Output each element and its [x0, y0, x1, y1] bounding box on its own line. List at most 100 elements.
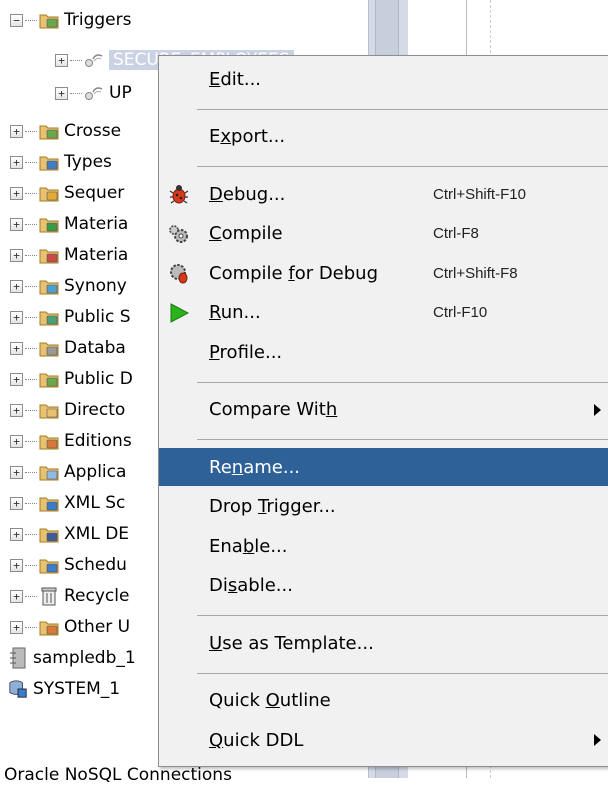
tree-connector — [25, 347, 37, 349]
menu-item[interactable]: Rename... — [159, 448, 608, 486]
application-express-folder-icon — [39, 462, 59, 482]
menu-separator — [197, 166, 608, 167]
xml-schemas-folder-icon — [39, 493, 59, 513]
menu-item-label: Export... — [209, 126, 285, 147]
tree-node[interactable]: + Databa — [10, 333, 126, 363]
tree-node[interactable]: + Public S — [10, 302, 131, 332]
menu-item[interactable]: Quick DDL — [159, 721, 608, 759]
tree-node[interactable]: + Public D — [10, 364, 133, 394]
label-text: se as Template... — [222, 632, 374, 654]
tree-node[interactable]: − Triggers — [10, 5, 132, 35]
mnemonic-letter: Q — [209, 729, 224, 751]
menu-item[interactable]: Quick Outline — [159, 682, 608, 720]
tree-node[interactable]: + Materia — [10, 240, 128, 270]
menu-item[interactable]: Compare With — [159, 391, 608, 429]
expand-icon[interactable]: + — [10, 465, 23, 479]
submenu-arrow-icon — [594, 403, 601, 416]
menu-item[interactable]: Disable... — [159, 567, 608, 605]
mnemonic-letter: s — [227, 575, 238, 596]
tree-node[interactable]: + XML Sc — [10, 488, 125, 518]
expand-icon[interactable]: + — [10, 217, 23, 231]
collapse-icon[interactable]: − — [10, 13, 23, 27]
tree-node[interactable]: + Materia — [10, 209, 128, 239]
expand-icon[interactable]: + — [55, 86, 68, 100]
tree-node[interactable]: + Types — [10, 147, 112, 177]
triggers-folder-icon — [39, 10, 59, 30]
mnemonic-letter: O — [265, 690, 280, 711]
label-text: ompile — [221, 223, 283, 244]
expand-icon[interactable]: + — [55, 53, 68, 67]
expand-icon[interactable]: + — [10, 434, 23, 448]
menu-item[interactable]: Compile Ctrl-F8 — [159, 215, 608, 253]
expand-icon[interactable]: + — [10, 186, 23, 200]
mnemonic-letter: x — [220, 126, 232, 147]
tree-node-label: XML DE — [64, 524, 130, 544]
tree-node[interactable]: + Schedu — [10, 550, 127, 580]
menu-item-label: Compile for Debug — [209, 263, 378, 284]
tree-node[interactable]: sampledb_1 — [8, 643, 136, 673]
menu-separator — [197, 108, 608, 110]
tree-node[interactable]: + Sequer — [10, 178, 124, 208]
submenu-arrow-icon — [594, 734, 601, 746]
menu-item-label: Rename... — [209, 457, 300, 478]
tree-node-label: UP — [109, 83, 132, 103]
expand-icon[interactable]: + — [10, 341, 23, 355]
tree-node[interactable]: + Applica — [10, 457, 126, 487]
menu-item-label: Drop Trigger... — [209, 496, 336, 517]
tree-connector — [25, 564, 37, 566]
expand-icon[interactable]: + — [10, 589, 23, 603]
tree-node[interactable]: + Recycle — [10, 581, 129, 611]
tree-node[interactable]: + Editions — [10, 426, 132, 456]
tree-node[interactable]: + Other U — [10, 612, 130, 642]
tree-node[interactable]: + UP — [55, 78, 132, 108]
menu-item[interactable]: Compile for Debug Ctrl+Shift-F8 — [159, 254, 608, 292]
mnemonic-letter: b — [242, 535, 255, 557]
tree-connector — [25, 533, 37, 535]
tree-node-label: Public D — [64, 369, 133, 389]
menu-separator — [197, 439, 608, 440]
tree-node[interactable]: + Directo — [10, 395, 125, 425]
expand-icon[interactable]: + — [10, 372, 23, 386]
expand-icon[interactable]: + — [10, 279, 23, 293]
mnemonic-letter: R — [209, 302, 221, 323]
menu-item[interactable]: Run... Ctrl-F10 — [159, 294, 608, 332]
trigger-icon — [84, 83, 104, 103]
expand-icon[interactable]: + — [10, 496, 23, 510]
expand-icon[interactable]: + — [10, 124, 23, 138]
compile-debug-gear-icon — [167, 261, 191, 285]
expand-icon[interactable]: + — [10, 155, 23, 169]
expand-icon[interactable]: + — [10, 558, 23, 572]
expand-icon[interactable]: + — [10, 310, 23, 324]
menu-item[interactable]: Export... — [159, 118, 608, 156]
menu-item[interactable]: Use as Template... — [159, 624, 608, 662]
tree-node[interactable]: + Synony — [10, 271, 127, 301]
tree-connector — [25, 254, 37, 256]
tree-node-label: Other U — [64, 617, 131, 637]
expand-icon[interactable]: + — [10, 248, 23, 262]
label-text: Quick — [209, 690, 266, 711]
tree-node[interactable]: SYSTEM_1 — [8, 674, 120, 704]
mnemonic-letter: C — [209, 223, 222, 244]
label-text: uick DDL — [223, 729, 304, 751]
mnemonic-letter: D — [209, 183, 223, 205]
expand-icon[interactable]: + — [10, 620, 23, 634]
expand-icon[interactable]: + — [10, 527, 23, 541]
tree-node[interactable]: + Crosse — [10, 116, 121, 146]
menu-separator — [197, 381, 608, 383]
menu-item[interactable]: Enable... — [159, 527, 608, 565]
tree-node[interactable]: + XML DE — [10, 519, 129, 549]
tree-node-label: XML Sc — [64, 493, 126, 513]
menu-item[interactable]: Profile... — [159, 333, 608, 371]
shortcut-text: Ctrl-F10 — [433, 304, 488, 321]
expand-icon[interactable]: + — [10, 403, 23, 417]
public-synonyms-folder-icon — [39, 307, 59, 327]
menu-item[interactable]: Debug... Ctrl+Shift-F10 — [159, 175, 608, 213]
tree-connector — [25, 130, 37, 132]
db-connection-icon — [8, 679, 28, 699]
tree-connector — [25, 378, 37, 380]
menu-item[interactable]: Edit... — [159, 60, 608, 98]
menu-item[interactable]: Drop Trigger... — [159, 488, 608, 526]
menu-item-label: Compare With — [209, 399, 337, 420]
menu-item-label: Run... — [209, 302, 261, 323]
shortcut-text: Ctrl-F8 — [433, 225, 479, 242]
